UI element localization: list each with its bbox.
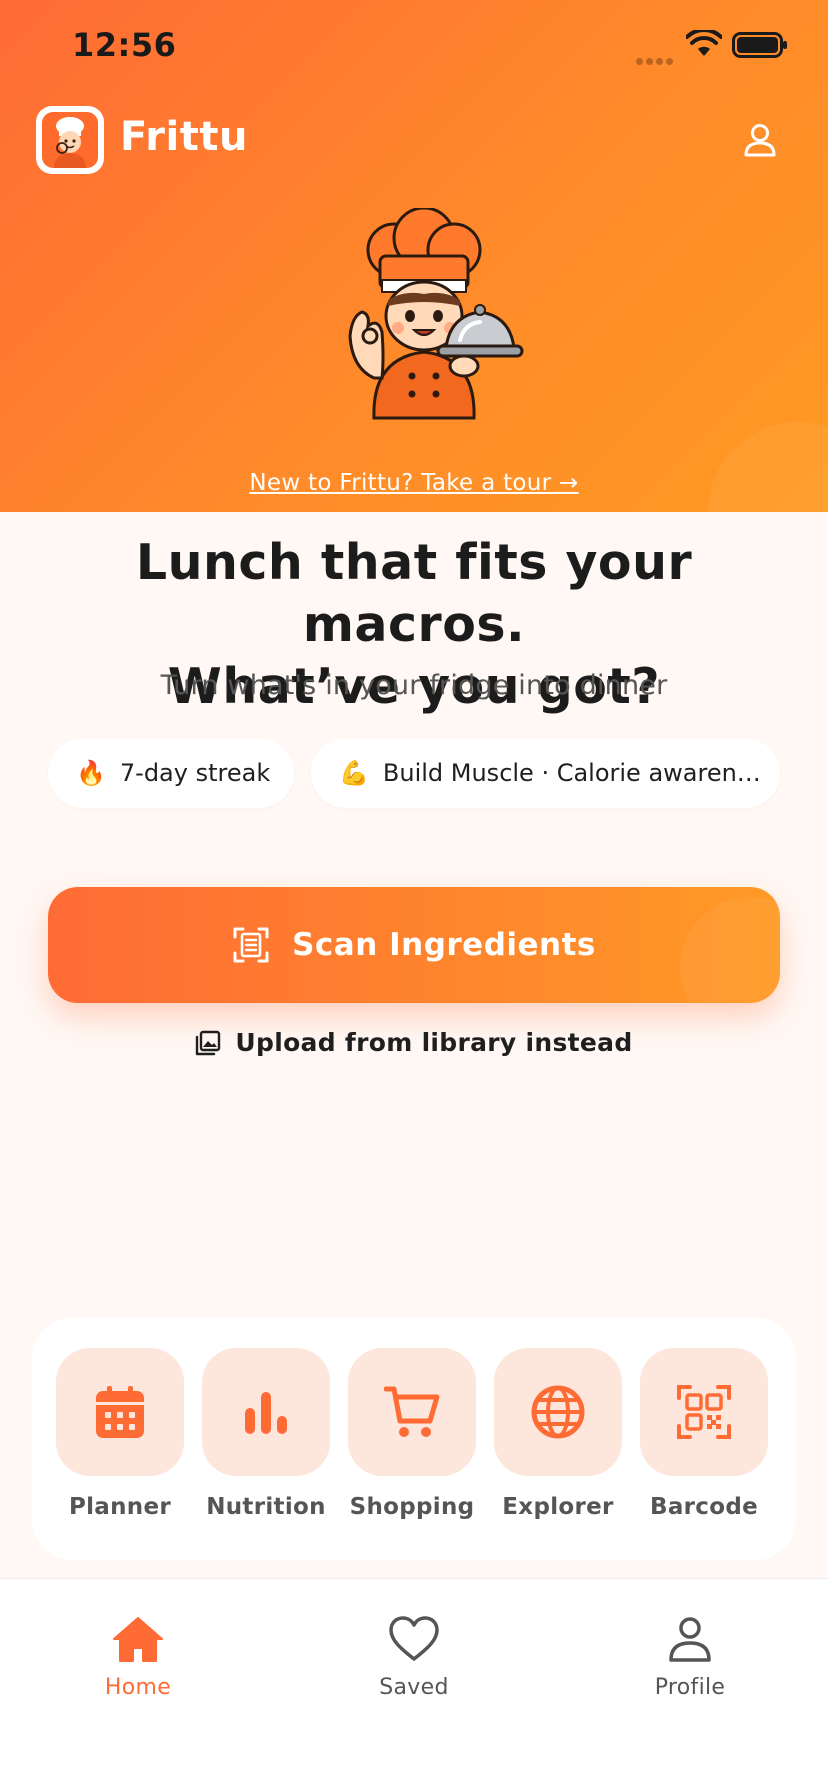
tool-tile <box>202 1348 330 1476</box>
battery-icon <box>732 32 787 58</box>
scan-ingredients-label: Scan Ingredients <box>292 927 596 963</box>
tool-label: Nutrition <box>206 1494 326 1520</box>
wifi-icon <box>686 30 722 56</box>
user-icon <box>744 124 776 157</box>
scan-ingredients-button[interactable]: Scan Ingredients <box>48 887 780 1003</box>
tab-label: Saved <box>379 1675 449 1700</box>
bar-chart-icon <box>245 1392 287 1434</box>
tab-label: Home <box>104 1675 172 1700</box>
fire-icon: 🔥 <box>76 759 106 787</box>
app-name: Frittu <box>120 114 248 160</box>
upload-from-library-label: Upload from library instead <box>235 1028 633 1057</box>
calendar-icon <box>96 1386 144 1438</box>
page-subheadline: Turn what's in your fridge into dinner <box>160 670 668 701</box>
status-time: 12:56 <box>72 26 177 64</box>
chef-mascot-illustration <box>348 208 524 420</box>
globe-icon <box>531 1385 585 1439</box>
tab-saved[interactable]: Saved <box>324 1615 504 1715</box>
home-icon <box>113 1617 163 1662</box>
profile-icon <box>669 1617 711 1662</box>
heart-icon <box>389 1616 439 1661</box>
flexed-biceps-icon: 💪 <box>339 759 369 787</box>
tab-label: Profile <box>654 1675 726 1700</box>
headline-line-1: Lunch that fits your macros. <box>135 534 693 653</box>
streak-chip[interactable]: 🔥 7-day streak <box>48 738 294 808</box>
tool-barcode[interactable]: Barcode <box>640 1348 768 1538</box>
photo-library-icon <box>196 1030 221 1055</box>
goal-chip[interactable]: 💪 Build Muscle · Calorie awaren… <box>311 738 780 808</box>
signal-icon <box>636 50 676 65</box>
tool-nutrition[interactable]: Nutrition <box>202 1348 330 1538</box>
tool-label: Shopping <box>349 1494 475 1520</box>
goal-chip-label: Build Muscle · Calorie awaren… <box>382 759 761 787</box>
qr-code-icon <box>677 1385 731 1439</box>
tool-explorer[interactable]: Explorer <box>494 1348 622 1538</box>
tool-shopping[interactable]: Shopping <box>348 1348 476 1538</box>
status-bar: 12:56 <box>0 0 828 90</box>
scan-document-icon <box>233 927 269 963</box>
cart-icon <box>384 1386 440 1437</box>
hero-decoration <box>708 422 828 512</box>
upload-from-library-link[interactable]: Upload from library instead <box>0 1028 828 1057</box>
tool-label: Planner <box>68 1494 172 1520</box>
button-decoration <box>680 897 780 1003</box>
tab-home[interactable]: Home <box>48 1615 228 1715</box>
app-logo <box>36 106 104 174</box>
streak-chip-label: 7-day streak <box>119 759 271 787</box>
tool-tile <box>56 1348 184 1476</box>
tab-profile[interactable]: Profile <box>600 1615 780 1715</box>
tool-label: Explorer <box>502 1494 614 1520</box>
hero-banner: 12:56 Frittu New to Frittu? Take a tour … <box>0 0 828 512</box>
tool-planner[interactable]: Planner <box>56 1348 184 1538</box>
bottom-tab-bar: Home Saved Profile <box>0 1578 828 1792</box>
chef-mascot-logo-icon <box>42 112 98 168</box>
quick-tools-card: Planner Nutrition Shopping Explorer Barc… <box>32 1318 796 1560</box>
account-button[interactable] <box>738 118 782 162</box>
tool-tile <box>348 1348 476 1476</box>
tool-tile <box>640 1348 768 1476</box>
take-tour-link[interactable]: New to Frittu? Take a tour → <box>0 470 828 496</box>
tool-tile <box>494 1348 622 1476</box>
tool-label: Barcode <box>650 1494 758 1520</box>
